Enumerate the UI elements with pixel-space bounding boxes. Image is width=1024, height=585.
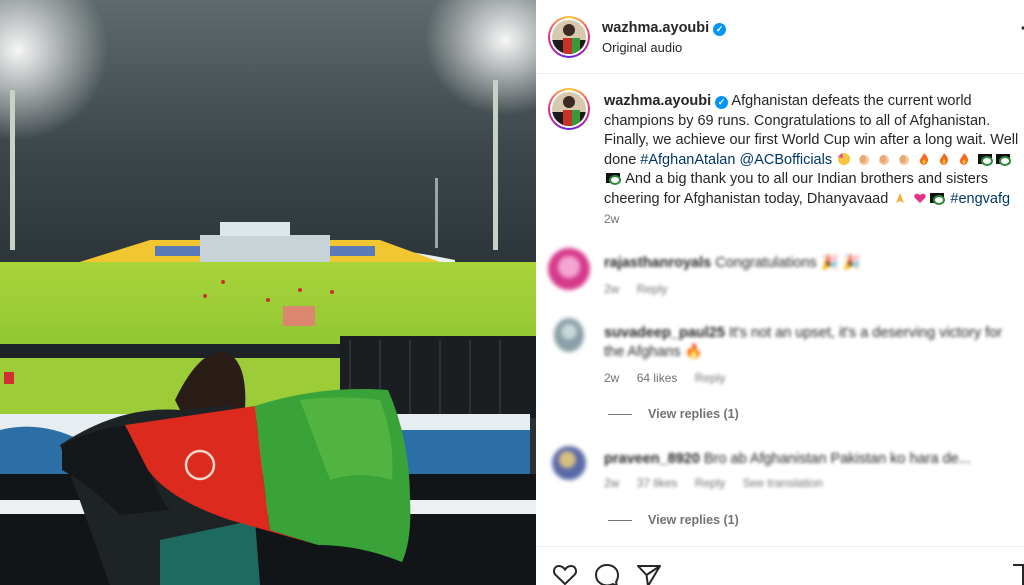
commenter-username[interactable]: suvadeep_paul25	[604, 325, 725, 341]
view-replies-label: View replies (1)	[648, 407, 739, 421]
share-icon[interactable]	[636, 563, 662, 585]
more-dots-icon[interactable]: ·	[1020, 18, 1024, 41]
post-media-image[interactable]	[0, 0, 536, 585]
emoji-afghan-flag-icon	[995, 152, 1012, 166]
verified-badge-icon: ✓	[713, 23, 727, 36]
emoji-clap-icon	[896, 152, 912, 168]
instagram-post-view: wazhma.ayoubi ✓ Original audio · wazhma.a…	[0, 0, 1024, 585]
like-count[interactable]: 37 likes	[637, 476, 678, 490]
comment-time[interactable]: 2w	[604, 371, 619, 385]
hashtag-link[interactable]: #engvafg	[950, 191, 1010, 207]
hashtag-link[interactable]: #AfghanAtalan	[640, 152, 735, 168]
emoji-clap-icon	[876, 152, 892, 168]
post-side-panel: wazhma.ayoubi ✓ Original audio · wazhma.a…	[536, 0, 1024, 585]
commenter-avatar[interactable]	[548, 248, 590, 290]
emoji-afghan-flag-icon	[929, 191, 946, 205]
view-replies-button[interactable]: View replies (1)	[608, 407, 739, 421]
commenter-avatar[interactable]	[554, 318, 584, 352]
mention-link[interactable]: @ACBofficials	[739, 152, 832, 168]
emoji-fire-icon	[936, 152, 952, 168]
comment-body: Bro ab Afghanistan Pakistan ko hara de..…	[703, 451, 971, 467]
emoji-party-face-icon	[836, 152, 852, 168]
heart-icon[interactable]	[552, 563, 578, 585]
comment-icon[interactable]	[594, 563, 620, 585]
like-count[interactable]: 64 likes	[637, 371, 678, 385]
caption-author-avatar[interactable]	[548, 88, 590, 130]
caption-username[interactable]: wazhma.ayoubi	[604, 93, 711, 109]
reply-button[interactable]: Reply	[695, 476, 726, 490]
view-replies-button[interactable]: View replies (1)	[608, 513, 739, 527]
emoji-fire-icon	[916, 152, 932, 168]
comment-text: suvadeep_paul25 It's not an upset, it's …	[604, 324, 1004, 362]
divider-line	[608, 414, 632, 416]
comment-body: Congratulations 🎉 🎉	[715, 255, 861, 271]
author-name[interactable]: wazhma.ayoubi ✓	[602, 19, 727, 37]
comment-text: praveen_8920 Bro ab Afghanistan Pakistan…	[604, 450, 1004, 469]
see-translation-button[interactable]: See translation	[743, 476, 823, 490]
commenter-avatar[interactable]	[552, 446, 586, 480]
caption-text: wazhma.ayoubi ✓ Afghanistan defeats the c…	[604, 92, 1022, 209]
divider-line	[608, 520, 632, 522]
comment-text: rajasthanroyals Congratulations 🎉 🎉	[604, 254, 1004, 273]
emoji-fire-icon	[956, 152, 972, 168]
comment-time[interactable]: 2w	[604, 282, 619, 296]
bookmark-icon[interactable]	[1012, 563, 1024, 585]
comment-meta: 2w 37 likes Reply See translation	[604, 476, 837, 490]
comment-meta: 2w Reply	[604, 282, 681, 296]
emoji-clap-icon	[856, 152, 872, 168]
emoji-heart-icon	[912, 191, 928, 207]
reply-button[interactable]: Reply	[695, 371, 726, 385]
post-header: wazhma.ayoubi ✓ Original audio ·	[536, 0, 1024, 74]
comment-meta: 2w 64 likes Reply	[604, 371, 739, 385]
emoji-afghan-flag-icon	[605, 172, 621, 185]
post-action-bar	[536, 546, 1024, 585]
audio-label[interactable]: Original audio	[602, 40, 682, 55]
emoji-folded-hands-icon	[892, 191, 908, 207]
comment-time[interactable]: 2w	[604, 476, 619, 490]
author-username[interactable]: wazhma.ayoubi	[602, 20, 709, 36]
commenter-username[interactable]: praveen_8920	[604, 451, 700, 467]
caption-timestamp[interactable]: 2w	[604, 212, 619, 226]
view-replies-label: View replies (1)	[648, 513, 739, 527]
reply-button[interactable]: Reply	[637, 282, 668, 296]
commenter-username[interactable]: rajasthanroyals	[604, 255, 711, 271]
verified-badge-icon: ✓	[715, 96, 729, 109]
author-avatar[interactable]	[548, 16, 590, 58]
emoji-afghan-flag-icon	[977, 152, 994, 166]
